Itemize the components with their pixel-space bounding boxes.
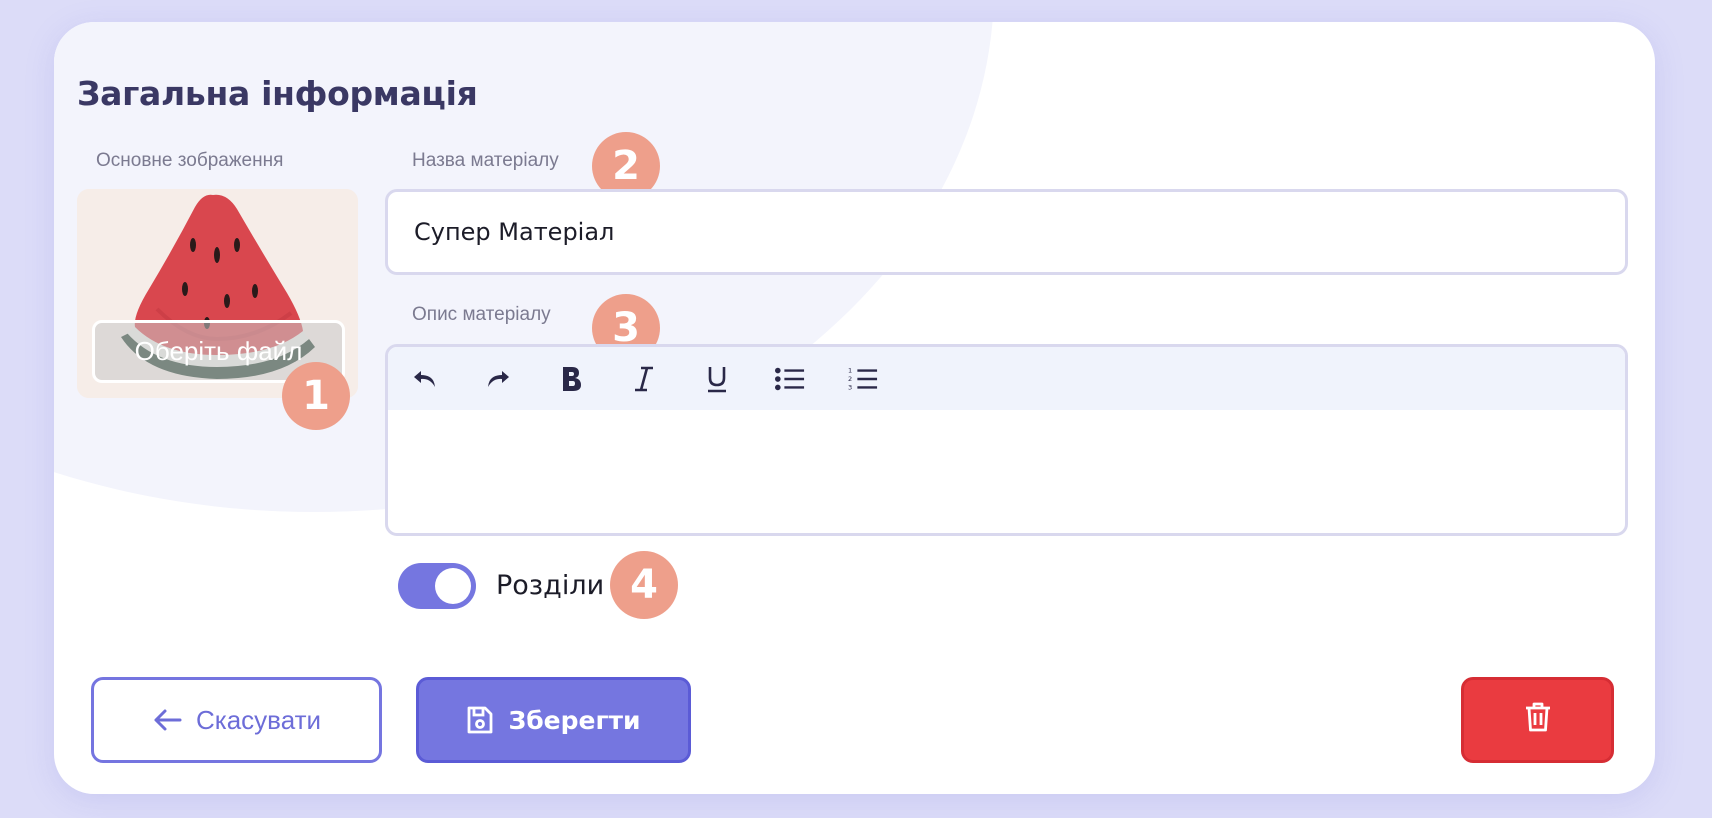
svg-text:1: 1 [848, 366, 852, 374]
name-field-label: Назва матеріалу [412, 150, 559, 171]
save-button[interactable]: Зберегти [416, 677, 691, 763]
trash-icon [1524, 701, 1552, 740]
undo-icon[interactable] [410, 361, 440, 397]
description-field-label: Опис матеріалу [412, 304, 551, 325]
badge-1: 1 [282, 362, 350, 430]
delete-button[interactable] [1461, 677, 1614, 763]
italic-icon[interactable] [629, 361, 659, 397]
redo-icon[interactable] [483, 361, 513, 397]
save-icon [466, 705, 494, 735]
toggle-knob [435, 568, 471, 604]
description-textarea[interactable] [388, 410, 1625, 533]
svg-text:2: 2 [848, 374, 852, 382]
underline-icon[interactable] [702, 361, 732, 397]
description-editor: 123 [385, 344, 1628, 536]
image-field-label: Основне зображення [96, 150, 284, 171]
general-info-card: Загальна інформація Основне зображення О… [54, 22, 1655, 794]
bold-icon[interactable] [556, 361, 586, 397]
bullet-list-icon[interactable] [775, 361, 805, 397]
section-title: Загальна інформація [77, 74, 478, 113]
sections-toggle-label: Розділи [496, 570, 605, 601]
name-input[interactable] [385, 189, 1628, 275]
badge-4: 4 [610, 551, 678, 619]
cancel-button-label: Скасувати [195, 704, 322, 735]
sections-toggle[interactable] [398, 563, 476, 609]
arrow-left-icon [152, 708, 182, 732]
save-button-label: Зберегти [508, 705, 641, 735]
numbered-list-icon[interactable]: 123 [848, 361, 878, 397]
svg-text:3: 3 [848, 383, 852, 391]
editor-toolbar: 123 [388, 347, 1625, 410]
cancel-button[interactable]: Скасувати [91, 677, 382, 763]
